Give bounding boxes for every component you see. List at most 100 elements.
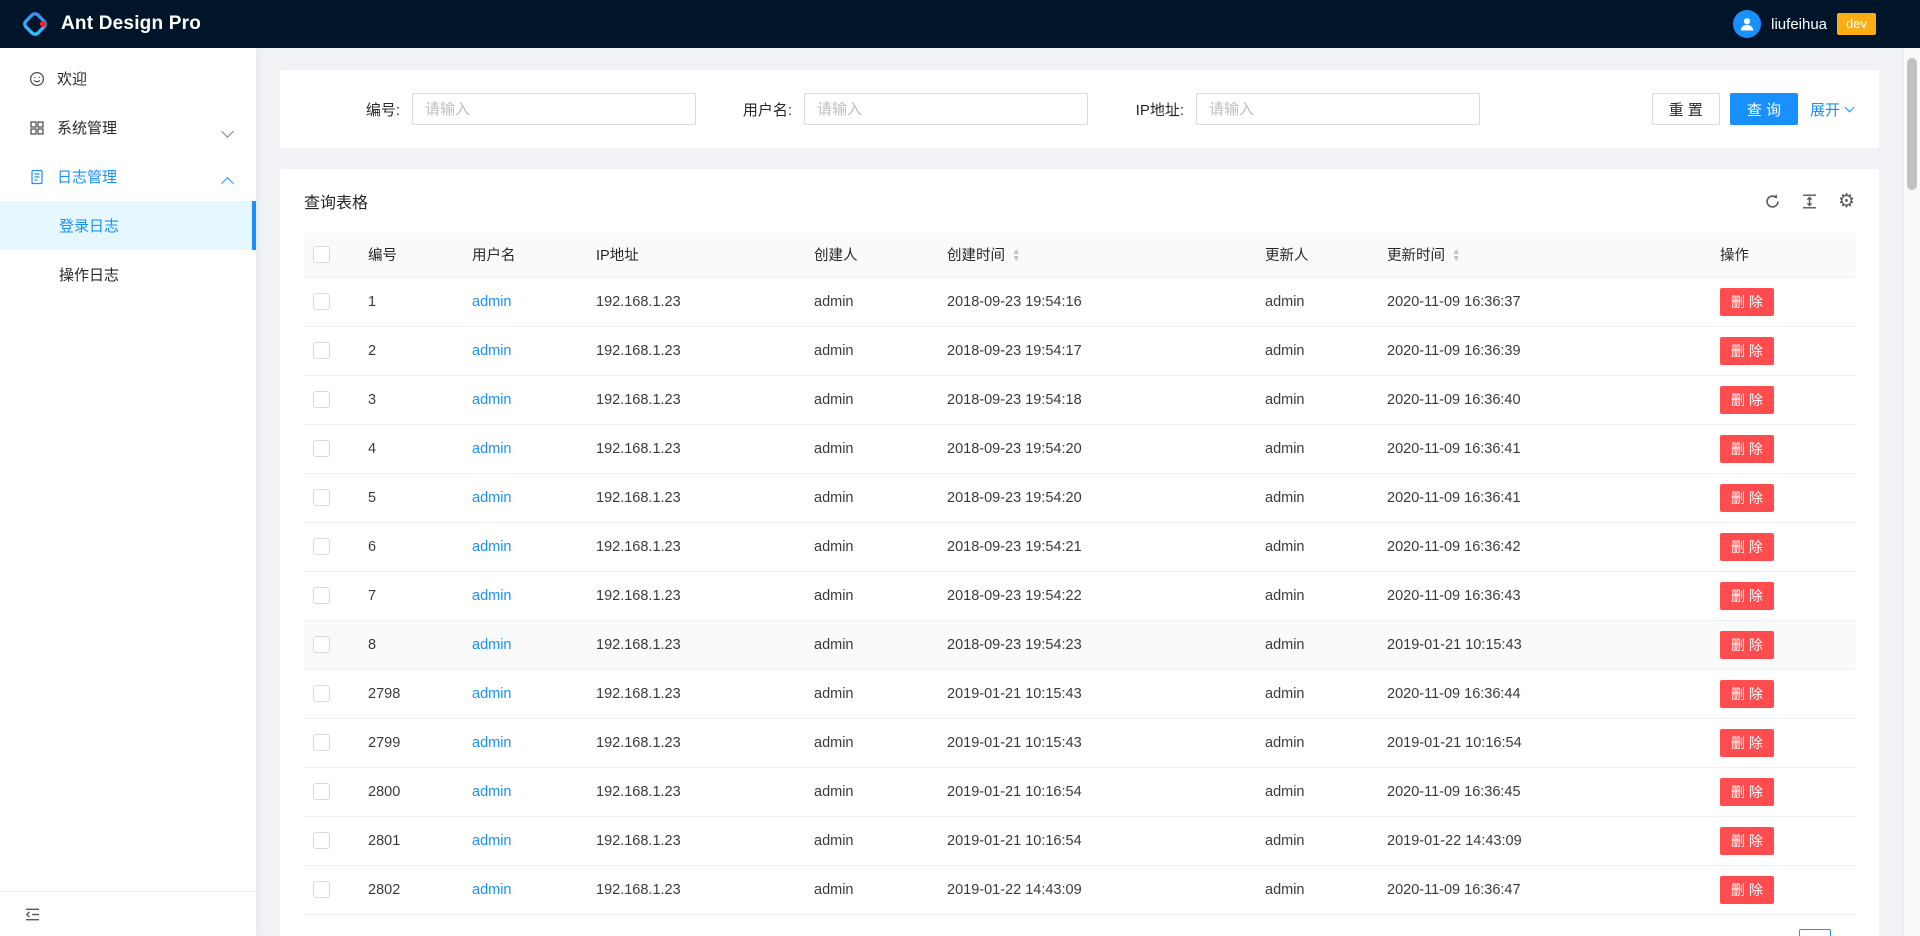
user-name[interactable]: liufeihua <box>1771 16 1827 33</box>
table-row[interactable]: 5 admin 192.168.1.23 admin 2018-09-23 19… <box>304 473 1855 522</box>
column-header-updated-at[interactable]: 更新时间 ▲▼ <box>1371 233 1704 277</box>
username-link[interactable]: admin <box>472 637 512 653</box>
row-checkbox[interactable] <box>313 342 330 359</box>
sidebar-collapse-trigger[interactable] <box>0 891 256 936</box>
cell-actions: 删 除 <box>1704 571 1855 620</box>
delete-button[interactable]: 删 除 <box>1720 876 1774 904</box>
delete-button[interactable]: 删 除 <box>1720 778 1774 806</box>
density-icon[interactable] <box>1801 193 1818 210</box>
username-link[interactable]: admin <box>472 539 512 555</box>
cell-updater: admin <box>1249 816 1371 865</box>
select-all-checkbox[interactable] <box>313 246 330 263</box>
table-row[interactable]: 6 admin 192.168.1.23 admin 2018-09-23 19… <box>304 522 1855 571</box>
cell-created-at: 2018-09-23 19:54:22 <box>931 571 1249 620</box>
sidebar: 欢迎 系统管理 日志管理 登录日志 <box>0 48 256 936</box>
row-checkbox[interactable] <box>313 734 330 751</box>
row-checkbox[interactable] <box>313 538 330 555</box>
sidebar-item-system-management[interactable]: 系统管理 <box>0 103 256 152</box>
row-checkbox[interactable] <box>313 881 330 898</box>
username-link[interactable]: admin <box>472 441 512 457</box>
cell-created-at: 2018-09-23 19:54:21 <box>931 522 1249 571</box>
cell-checkbox <box>304 620 352 669</box>
cell-creator: admin <box>798 865 931 914</box>
username-link[interactable]: admin <box>472 833 512 849</box>
delete-button[interactable]: 删 除 <box>1720 582 1774 610</box>
sidebar-item-operation-log[interactable]: 操作日志 <box>0 250 256 299</box>
delete-button[interactable]: 删 除 <box>1720 533 1774 561</box>
sidebar-item-log-management[interactable]: 日志管理 <box>0 152 256 201</box>
cell-created-at: 2019-01-21 10:16:54 <box>931 816 1249 865</box>
cell-checkbox <box>304 767 352 816</box>
sidebar-item-label: 系统管理 <box>57 117 117 138</box>
reload-icon[interactable] <box>1764 193 1781 210</box>
sidebar-item-welcome[interactable]: 欢迎 <box>0 54 256 103</box>
scrollbar-thumb[interactable] <box>1907 58 1917 190</box>
delete-button[interactable]: 删 除 <box>1720 827 1774 855</box>
table-row[interactable]: 2801 admin 192.168.1.23 admin 2019-01-21… <box>304 816 1855 865</box>
app-title: Ant Design Pro <box>61 13 201 35</box>
row-checkbox[interactable] <box>313 783 330 800</box>
ip-input[interactable] <box>1196 93 1480 125</box>
table-row[interactable]: 2802 admin 192.168.1.23 admin 2019-01-22… <box>304 865 1855 914</box>
username-link[interactable]: admin <box>472 343 512 359</box>
row-checkbox[interactable] <box>313 440 330 457</box>
table-row[interactable]: 8 admin 192.168.1.23 admin 2018-09-23 19… <box>304 620 1855 669</box>
expand-button[interactable]: 展开 <box>1808 99 1855 120</box>
table-row[interactable]: 2798 admin 192.168.1.23 admin 2019-01-21… <box>304 669 1855 718</box>
table-row[interactable]: 7 admin 192.168.1.23 admin 2018-09-23 19… <box>304 571 1855 620</box>
cell-username: admin <box>456 522 580 571</box>
pagination-page-1[interactable]: 1 <box>1799 929 1831 936</box>
sidebar-item-login-log[interactable]: 登录日志 <box>0 201 256 250</box>
row-checkbox[interactable] <box>313 489 330 506</box>
cell-id: 2 <box>352 326 456 375</box>
table-row[interactable]: 1 admin 192.168.1.23 admin 2018-09-23 19… <box>304 277 1855 326</box>
cell-updated-at: 2020-11-09 16:36:44 <box>1371 669 1704 718</box>
delete-button[interactable]: 删 除 <box>1720 484 1774 512</box>
settings-gear-icon[interactable]: ⚙ <box>1838 193 1855 210</box>
username-link[interactable]: admin <box>472 294 512 310</box>
username-input[interactable] <box>804 93 1088 125</box>
cell-updated-at: 2020-11-09 16:36:47 <box>1371 865 1704 914</box>
logo-area[interactable]: Ant Design Pro <box>20 9 201 39</box>
table-row[interactable]: 2 admin 192.168.1.23 admin 2018-09-23 19… <box>304 326 1855 375</box>
id-input[interactable] <box>412 93 696 125</box>
row-checkbox[interactable] <box>313 685 330 702</box>
cell-actions: 删 除 <box>1704 718 1855 767</box>
table-row[interactable]: 3 admin 192.168.1.23 admin 2018-09-23 19… <box>304 375 1855 424</box>
username-link[interactable]: admin <box>472 686 512 702</box>
search-button[interactable]: 查 询 <box>1730 93 1798 125</box>
username-link[interactable]: admin <box>472 784 512 800</box>
username-link[interactable]: admin <box>472 490 512 506</box>
header-user-area: liufeihua dev <box>1733 10 1900 38</box>
filter-card: 编号: 用户名: IP地址: 重 置 查 询 展开 <box>280 70 1879 148</box>
delete-button[interactable]: 删 除 <box>1720 386 1774 414</box>
username-link[interactable]: admin <box>472 588 512 604</box>
username-link[interactable]: admin <box>472 882 512 898</box>
cell-updater: admin <box>1249 718 1371 767</box>
cell-checkbox <box>304 277 352 326</box>
table-row[interactable]: 2800 admin 192.168.1.23 admin 2019-01-21… <box>304 767 1855 816</box>
username-link[interactable]: admin <box>472 392 512 408</box>
delete-button[interactable]: 删 除 <box>1720 631 1774 659</box>
username-link[interactable]: admin <box>472 735 512 751</box>
pagination-prev-button[interactable]: ‹ <box>1759 929 1791 936</box>
table-header-row: 编号 用户名 IP地址 创建人 创建时间 ▲▼ 更新人 <box>304 233 1855 277</box>
delete-button[interactable]: 删 除 <box>1720 729 1774 757</box>
row-checkbox[interactable] <box>313 391 330 408</box>
delete-button[interactable]: 删 除 <box>1720 288 1774 316</box>
delete-button[interactable]: 删 除 <box>1720 680 1774 708</box>
row-checkbox[interactable] <box>313 587 330 604</box>
cell-username: admin <box>456 767 580 816</box>
cell-checkbox <box>304 669 352 718</box>
user-avatar[interactable] <box>1733 10 1761 38</box>
row-checkbox[interactable] <box>313 832 330 849</box>
delete-button[interactable]: 删 除 <box>1720 435 1774 463</box>
table-row[interactable]: 2799 admin 192.168.1.23 admin 2019-01-21… <box>304 718 1855 767</box>
reset-button[interactable]: 重 置 <box>1652 93 1720 125</box>
column-header-created-at[interactable]: 创建时间 ▲▼ <box>931 233 1249 277</box>
delete-button[interactable]: 删 除 <box>1720 337 1774 365</box>
app-logo-icon <box>20 9 50 39</box>
row-checkbox[interactable] <box>313 636 330 653</box>
row-checkbox[interactable] <box>313 293 330 310</box>
table-row[interactable]: 4 admin 192.168.1.23 admin 2018-09-23 19… <box>304 424 1855 473</box>
